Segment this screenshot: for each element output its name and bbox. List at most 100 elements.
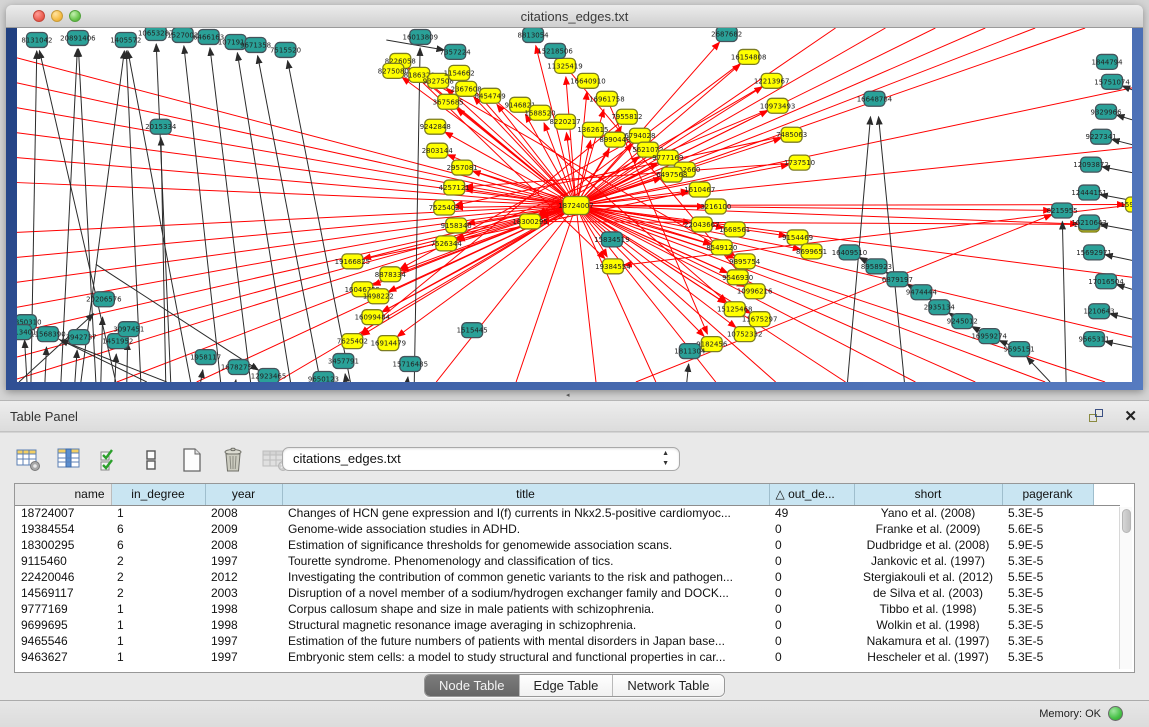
network-edge: [397, 205, 576, 336]
table-row[interactable]: 2242004622012Investigating the contribut…: [15, 569, 1120, 585]
network-node[interactable]: 1210643: [1084, 304, 1115, 319]
tab-node-table[interactable]: Node Table: [425, 675, 520, 696]
tab-network-table[interactable]: Network Table: [613, 675, 723, 696]
network-node[interactable]: 9154469: [782, 230, 813, 245]
new-table-icon[interactable]: [178, 446, 206, 474]
column-header-name[interactable]: name: [15, 484, 111, 505]
table-chooser-dropdown[interactable]: citations_edges.txt ▲▼: [282, 447, 680, 471]
network-node[interactable]: 19166825: [335, 254, 371, 269]
network-node[interactable]: 15692971: [1076, 245, 1112, 260]
table-row[interactable]: 1938455462009Genome-wide association stu…: [15, 521, 1120, 537]
network-node[interactable]: 9227341: [1086, 129, 1117, 144]
network-edge: [45, 347, 47, 382]
show-column-icon[interactable]: [55, 446, 83, 474]
table-row[interactable]: 1830029562008Estimation of significance …: [15, 537, 1120, 553]
network-node[interactable]: 18724007: [558, 197, 594, 215]
network-node[interactable]: 8215955: [1047, 203, 1078, 218]
column-header-title[interactable]: title: [282, 484, 769, 505]
table-row[interactable]: 946362711997Embryonic stem cells: a mode…: [15, 649, 1120, 665]
network-node[interactable]: 7485063: [776, 127, 807, 142]
network-node[interactable]: 3216100: [700, 199, 731, 214]
network-node[interactable]: 2935134: [924, 300, 956, 315]
network-node[interactable]: 9565311: [1079, 332, 1110, 347]
network-node[interactable]: 9245012: [947, 314, 978, 329]
table-cell-out_degree: 0: [769, 553, 854, 569]
column-header-year[interactable]: year: [205, 484, 282, 505]
table-cell-name: 9115460: [15, 553, 111, 569]
network-node[interactable]: 8699651: [796, 244, 827, 259]
network-node[interactable]: 10752332: [727, 327, 763, 342]
network-node[interactable]: 9474444: [906, 285, 938, 300]
memory-status-icon[interactable]: [1108, 706, 1123, 721]
network-node[interactable]: 12093872: [1073, 157, 1109, 172]
network-node[interactable]: 1844794: [1092, 54, 1124, 69]
network-node[interactable]: 11325419: [547, 58, 583, 73]
network-node[interactable]: 9650123: [308, 372, 339, 382]
network-node[interactable]: 7357224: [440, 44, 472, 59]
network-node-label: 18300295: [512, 218, 548, 226]
column-header-short[interactable]: short: [854, 484, 1002, 505]
network-node[interactable]: 9329966: [1091, 104, 1122, 119]
network-node[interactable]: 9242848: [420, 119, 451, 134]
table-cell-title: Corpus callosum shape and size in male p…: [282, 601, 769, 617]
network-node-label: 7955812: [611, 113, 642, 121]
network-node[interactable]: 16961758: [589, 91, 625, 106]
network-node[interactable]: 19384554: [595, 259, 631, 274]
column-header-out_degree[interactable]: △ out_de...: [769, 484, 854, 505]
close-panel-icon[interactable]: ✕: [1124, 407, 1137, 425]
network-node[interactable]: 8878334: [375, 267, 407, 282]
network-node[interactable]: 16013809: [403, 29, 439, 44]
network-node[interactable]: 15716485: [393, 357, 429, 372]
network-node[interactable]: 16099484: [355, 310, 391, 325]
network-node[interactable]: 16409510: [832, 245, 868, 260]
table-settings-icon[interactable]: [14, 446, 42, 474]
network-node[interactable]: 1737510: [784, 155, 815, 170]
network-node[interactable]: 16914479: [371, 336, 407, 351]
network-node-label: 16154808: [731, 53, 767, 61]
row-height-icon[interactable]: [137, 446, 165, 474]
network-node[interactable]: 1515445: [457, 323, 488, 338]
network-node[interactable]: 7955812: [611, 109, 642, 124]
column-header-in_degree[interactable]: in_degree: [111, 484, 205, 505]
scrollbar-thumb[interactable]: [1122, 509, 1131, 533]
network-node[interactable]: 8813054: [518, 28, 550, 42]
table-vertical-scrollbar[interactable]: [1119, 507, 1132, 669]
network-node[interactable]: 15218506: [537, 43, 573, 58]
network-node-label: 1588520: [525, 109, 556, 117]
table-cell-name: 18724007: [15, 505, 111, 521]
network-node[interactable]: 2015334: [145, 119, 177, 134]
table-row[interactable]: 946554611997Estimation of the future num…: [15, 633, 1120, 649]
network-node[interactable]: 2687682: [711, 28, 742, 41]
network-node[interactable]: 2803144: [422, 143, 454, 158]
split-pane-handle[interactable]: ◂: [566, 393, 576, 399]
network-node[interactable]: 11675297: [742, 312, 778, 327]
network-node[interactable]: 16640910: [570, 73, 606, 88]
table-row[interactable]: 911546021997Tourette syndrome. Phenomeno…: [15, 553, 1120, 569]
network-node[interactable]: 20891406: [60, 30, 96, 45]
network-graph[interactable]: 1872400782260588275080818632893275081154…: [17, 28, 1132, 382]
network-node[interactable]: 1595850: [1120, 197, 1132, 212]
network-node-label: 16782759: [221, 364, 257, 372]
network-node[interactable]: 3457791: [328, 354, 359, 369]
table-row[interactable]: 969969511998Structural magnetic resonanc…: [15, 617, 1120, 633]
float-panel-button[interactable]: [1089, 409, 1105, 424]
network-node[interactable]: 15125468: [717, 302, 753, 317]
table-row[interactable]: 1872400712008Changes of HCN gene express…: [15, 505, 1120, 521]
table-row[interactable]: 977716911998Corpus callosum shape and si…: [15, 601, 1120, 617]
tab-edge-table[interactable]: Edge Table: [520, 675, 614, 696]
window-titlebar[interactable]: citations_edges.txt: [6, 5, 1143, 28]
network-node[interactable]: 1405572: [110, 32, 141, 47]
network-node[interactable]: 12444151: [1071, 185, 1107, 200]
network-node[interactable]: 16648784: [857, 91, 893, 106]
column-header-pagerank[interactable]: pagerank: [1002, 484, 1093, 505]
network-node[interactable]: 16154808: [731, 49, 767, 64]
delete-attribute-icon[interactable]: [219, 446, 247, 474]
network-canvas[interactable]: 1872400782260588275080818632893275081154…: [17, 28, 1132, 382]
table-cell-out_degree: 0: [769, 585, 854, 601]
table-row[interactable]: 1456911722003Disruption of a novel membe…: [15, 585, 1120, 601]
network-node[interactable]: 8131042: [21, 32, 52, 47]
network-node[interactable]: 10996216: [737, 284, 773, 299]
network-node[interactable]: 7515520: [270, 42, 301, 57]
row-select-icon[interactable]: [96, 446, 124, 474]
network-node[interactable]: 1362615: [577, 122, 608, 137]
